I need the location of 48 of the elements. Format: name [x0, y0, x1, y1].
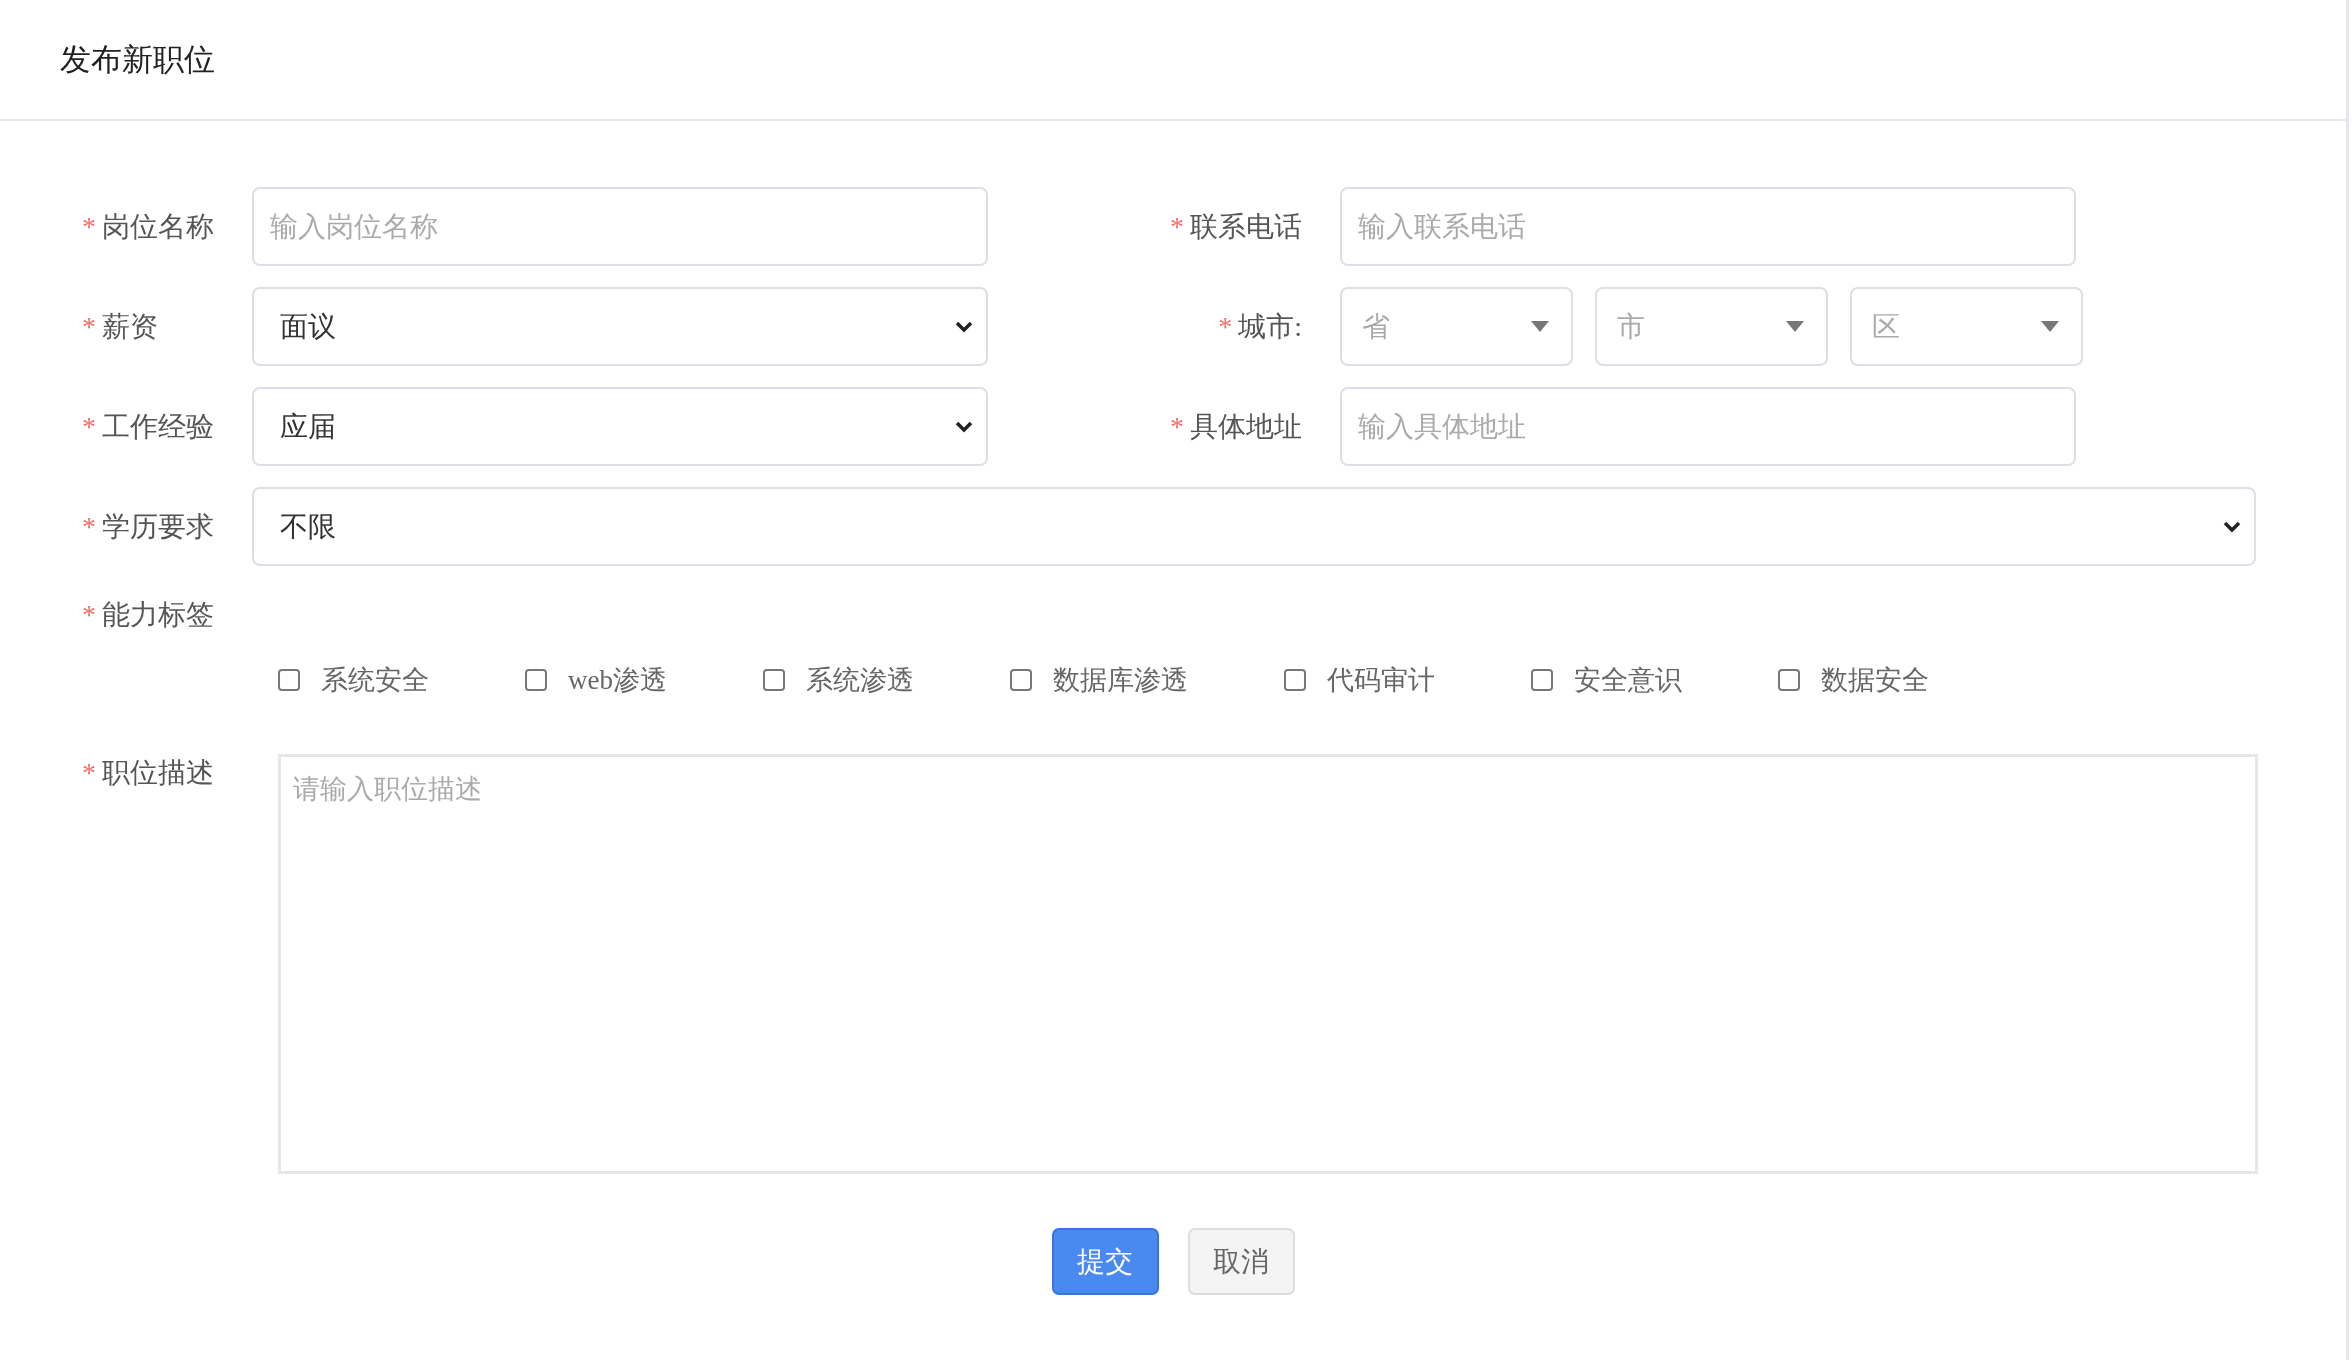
checkbox-option[interactable]: 代码审计: [1284, 662, 1435, 698]
checkbox-option[interactable]: web渗透: [525, 662, 667, 698]
checkbox-option[interactable]: 数据库渗透: [1010, 662, 1188, 698]
required-asterisk: *: [82, 510, 96, 542]
field-label: 具体地址: [1190, 410, 1302, 442]
checkbox[interactable]: [278, 669, 300, 691]
select-field[interactable]: 面议: [252, 287, 988, 366]
checkbox-option[interactable]: 安全意识: [1531, 662, 1682, 698]
field-label: 岗位名称: [102, 210, 214, 242]
checkbox[interactable]: [1778, 669, 1800, 691]
checkbox[interactable]: [525, 669, 547, 691]
required-asterisk: *: [82, 599, 96, 630]
checkbox[interactable]: [1010, 669, 1032, 691]
triangle-down-icon: [1786, 321, 1804, 332]
chevron-down-icon: [954, 319, 974, 334]
required-asterisk: *: [1218, 310, 1233, 342]
triangle-down-icon: [1531, 321, 1549, 332]
required-asterisk: *: [82, 310, 96, 342]
checkbox-option[interactable]: 系统渗透: [763, 662, 914, 698]
field-label: 工作经验: [102, 410, 214, 442]
chevron-down-icon: [954, 419, 974, 434]
checkbox[interactable]: [763, 669, 785, 691]
input-field[interactable]: 输入岗位名称: [252, 187, 988, 266]
chevron-down-icon: [2222, 519, 2242, 534]
cancel-button[interactable]: 取消: [1187, 1228, 1295, 1295]
field-label: 能力标签: [102, 599, 214, 630]
required-asterisk: *: [1170, 410, 1184, 442]
submit-button[interactable]: 提交: [1051, 1228, 1159, 1295]
checkbox-option[interactable]: 数据安全: [1778, 662, 1929, 698]
checkbox-option[interactable]: 系统安全: [278, 662, 429, 698]
select-field[interactable]: 应届: [252, 387, 988, 466]
checkbox[interactable]: [1284, 669, 1306, 691]
page-title: 发布新职位: [60, 40, 215, 79]
required-asterisk: *: [1170, 210, 1184, 242]
required-asterisk: *: [82, 410, 96, 442]
description-textarea[interactable]: 请输入职位描述: [278, 754, 2258, 1174]
field-label: 联系电话: [1190, 210, 1302, 242]
required-asterisk: *: [82, 210, 96, 242]
field-label: 城市:: [1238, 310, 1302, 342]
input-field[interactable]: 输入联系电话: [1340, 187, 2076, 266]
field-label: 学历要求: [102, 510, 214, 542]
triangle-down-icon: [2041, 321, 2059, 332]
checkbox[interactable]: [1531, 669, 1553, 691]
required-asterisk: *: [82, 757, 96, 788]
field-label: 薪资: [102, 310, 158, 342]
input-field[interactable]: 输入具体地址: [1340, 387, 2076, 466]
field-label: 职位描述: [102, 757, 214, 788]
select-field[interactable]: 不限: [252, 487, 2256, 566]
